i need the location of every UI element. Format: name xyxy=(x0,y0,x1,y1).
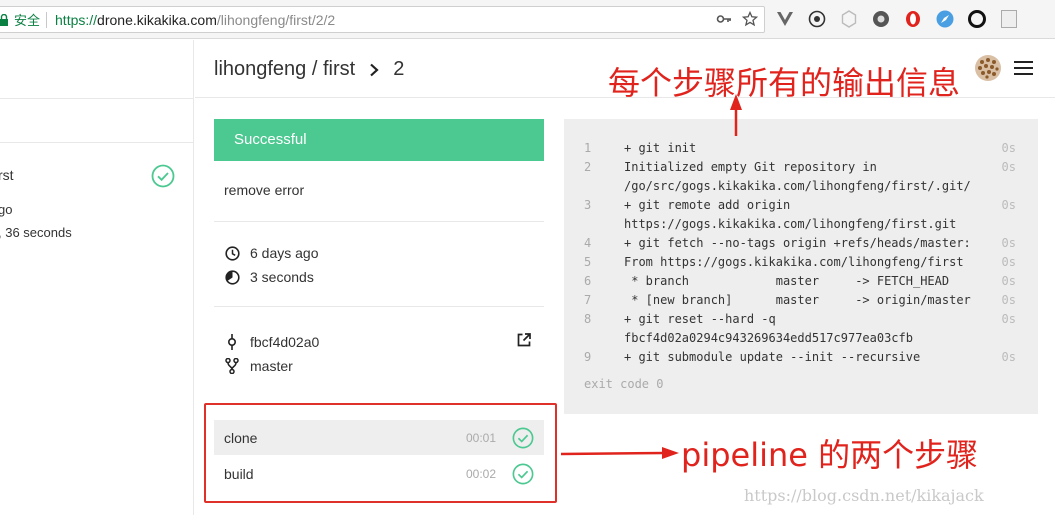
chevron-right-icon xyxy=(369,63,379,77)
log-line: /go/src/gogs.kikakika.com/lihongfeng/fir… xyxy=(624,179,971,193)
log-line: 6 * branch master -> FETCH_HEAD 0s xyxy=(584,274,1016,288)
build-duration: 3 seconds xyxy=(250,269,314,285)
step-log-output[interactable]: 1 + git init 0s 2 Initialized empty Git rep… xyxy=(564,119,1038,414)
step-time: 00:01 xyxy=(465,430,496,445)
step-name: clone xyxy=(224,429,258,446)
sidebar-build-duration: , 36 seconds xyxy=(0,225,72,240)
avatar[interactable] xyxy=(974,54,1002,82)
circle-extension-icon[interactable] xyxy=(967,9,987,29)
rp-extension-icon[interactable] xyxy=(999,9,1019,29)
exit-code: exit code 0 xyxy=(584,377,664,391)
annotation-pipeline-steps: pipeline 的两个步骤 xyxy=(681,436,979,474)
url-path: /lihongfeng/first/2/2 xyxy=(216,11,336,28)
commit-sha[interactable]: fbcf4d02a0 xyxy=(250,334,319,350)
panel-divider xyxy=(214,221,544,222)
log-line: 3 + git remote add origin 0s xyxy=(584,198,1016,212)
build-number: 2 xyxy=(393,58,405,80)
branch-name: master xyxy=(250,358,293,374)
annotation-arrow-left xyxy=(560,447,679,459)
step-name: build xyxy=(224,465,254,482)
camera-extension-icon[interactable] xyxy=(871,9,891,29)
compass-extension-icon[interactable] xyxy=(935,9,955,29)
url-host: drone.kikakika.com xyxy=(97,11,217,28)
build-duration-row: 3 seconds xyxy=(224,269,314,285)
key-icon[interactable] xyxy=(716,11,732,30)
browser-toolbar: 安全 https:// drone.kikakika.com /lihongfe… xyxy=(0,0,1055,39)
step-clone[interactable]: clone 00:01 xyxy=(214,420,544,455)
success-check-icon xyxy=(512,463,534,488)
log-line: 1 + git init 0s xyxy=(584,141,1016,155)
sidebar-divider xyxy=(0,142,193,143)
log-line: 2 Initialized empty Git repository in 0s xyxy=(584,160,1016,174)
menu-icon[interactable] xyxy=(1014,61,1033,75)
watermark: https://blog.csdn.net/kikajack xyxy=(744,486,984,505)
bookmark-star-icon[interactable] xyxy=(741,10,759,30)
build-created-row: 6 days ago xyxy=(224,245,319,261)
step-build[interactable]: build 00:02 xyxy=(214,456,544,491)
commit-message: remove error xyxy=(224,182,305,198)
log-line: https://gogs.kikakika.com/lihongfeng/fir… xyxy=(624,217,957,231)
timer-icon xyxy=(224,269,240,285)
puzzle-extension-icon[interactable] xyxy=(839,9,859,29)
commit-icon xyxy=(224,334,240,350)
log-line: 5 From https://gogs.kikakika.com/lihongfe… xyxy=(584,255,1016,269)
lock-icon xyxy=(0,13,14,27)
build-created: 6 days ago xyxy=(250,245,319,261)
branch-icon xyxy=(224,358,240,374)
breadcrumb: lihongfeng / first 2 xyxy=(214,58,404,81)
address-bar[interactable]: 安全 https:// drone.kikakika.com /lihongfe… xyxy=(0,6,765,33)
clock-icon xyxy=(224,245,240,261)
adblock-icon[interactable] xyxy=(903,9,923,29)
log-line: 9 + git submodule update --init --recursi… xyxy=(584,350,1016,364)
sidebar-divider xyxy=(0,98,193,99)
settings-extension-icon[interactable] xyxy=(807,9,827,29)
sidebar-build-name[interactable]: rst xyxy=(0,167,14,183)
vue-devtools-icon[interactable] xyxy=(775,9,795,29)
step-time: 00:02 xyxy=(465,466,496,481)
secure-label: 安全 xyxy=(14,13,41,28)
panel-divider xyxy=(214,306,544,307)
build-status-banner: Successful xyxy=(214,119,544,161)
omnibox-divider xyxy=(46,11,48,28)
external-link-icon[interactable] xyxy=(516,332,532,348)
log-line: fbcf4d02a0294c943269634edd517c977ea03cfb xyxy=(624,331,913,345)
url-scheme: https:// xyxy=(55,11,98,28)
repo-link[interactable]: lihongfeng / first xyxy=(214,58,355,81)
commit-row: fbcf4d02a0 xyxy=(224,334,319,350)
annotation-log-output: 每个步骤所有的输出信息 xyxy=(608,64,961,102)
builds-sidebar: rst go , 36 seconds xyxy=(0,40,194,515)
success-check-icon xyxy=(151,164,175,193)
log-line: 7 * [new branch] master -> origin/master… xyxy=(584,293,1016,307)
log-line: 4 + git fetch --no-tags origin +refs/head… xyxy=(584,236,1016,250)
sidebar-build-ago: go xyxy=(0,202,13,217)
log-line: 8 + git reset --hard -q 0s xyxy=(584,312,1016,326)
success-check-icon xyxy=(512,427,534,452)
branch-row: master xyxy=(224,358,293,374)
